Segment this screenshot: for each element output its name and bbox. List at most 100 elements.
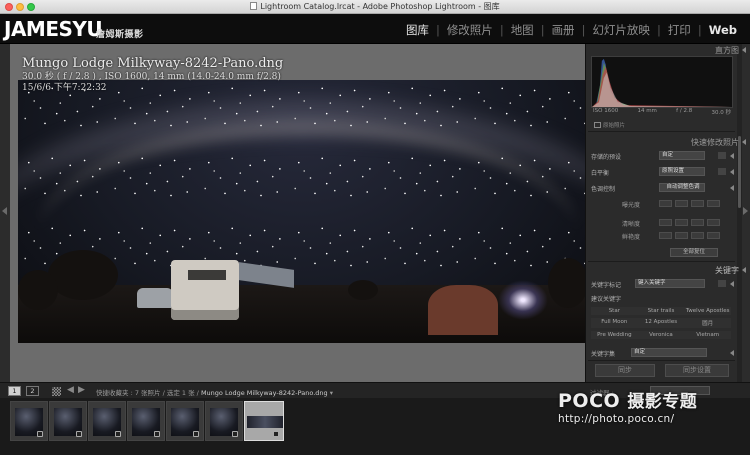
panel-divider [588,360,735,361]
quick-develop-panel-header[interactable]: 快速修改照片 [691,137,746,148]
grid-view-icon[interactable] [52,387,61,396]
window-minimize-button[interactable] [16,3,24,11]
thumbnail-badge-icon [232,431,238,437]
poco-watermark: POCO 摄影专题 http://photo.poco.cn/ [558,390,697,425]
filmstrip-thumbnail[interactable] [88,401,126,441]
keyword-suggestion[interactable]: Twelve Apostles [684,307,731,315]
watermark-brand: POCO [558,390,621,412]
keyword-suggestion[interactable]: 圆月 [684,318,731,328]
clarity-increase-large-button[interactable] [707,219,720,226]
histogram-focal-length: 14 mm [637,108,657,114]
identity-plate-subtitle: 詹姆斯摄影 [96,30,144,40]
photo-caravan-window [188,270,226,280]
saved-preset-select[interactable]: 自定 [659,151,705,160]
keywording-panel-header[interactable]: 关键字 [715,265,746,276]
clarity-increase-button[interactable] [691,219,704,226]
module-develop[interactable]: 修改照片 [440,22,500,38]
histogram-iso: ISO 1600 [593,108,619,114]
vibrance-increase-button[interactable] [691,232,704,239]
thumbnail-badge-icon [154,431,160,437]
back-arrow-icon[interactable]: ◀ [67,385,74,395]
loupe-view[interactable]: Mungo Lodge Milkyway-8242-Pano.dng 30.0 … [10,44,585,382]
module-map[interactable]: 地图 [504,22,541,38]
keyword-suggestion[interactable]: Vietnam [684,331,731,339]
keyword-suggestion[interactable]: Star [591,307,638,315]
exposure-increase-large-button[interactable] [707,200,720,207]
thumbnail-badge-icon [76,431,82,437]
filmstrip-source-summary: 快捷收藏夹 : 7 张照片 / 选定 1 张 / [96,389,199,397]
sync-settings-button[interactable]: 同步设置 [665,364,729,377]
keyword-tags-expand-button[interactable] [718,280,726,287]
window-1-button[interactable]: 1 [8,386,21,396]
photo-tree [48,250,118,300]
module-slideshow[interactable]: 幻灯片放映 [585,22,657,38]
filmstrip-thumbnail-selected[interactable] [244,401,284,441]
collapse-triangle-icon[interactable] [730,153,734,159]
keyword-set-label: 关键字集 [591,351,616,358]
collapse-triangle-icon[interactable] [730,350,734,356]
collapse-triangle-icon [742,139,746,145]
sync-button[interactable]: 同步 [595,364,655,377]
hide-right-panel-triangle-icon[interactable] [743,207,748,215]
collapse-triangle-icon[interactable] [730,185,734,191]
vibrance-decrease-large-button[interactable] [659,232,672,239]
thumbnail-badge-icon [37,431,43,437]
keyword-tags-row: 关键字标记 键入关键字 [591,278,734,289]
keyword-suggestion[interactable]: Pre Wedding [591,331,638,339]
clarity-decrease-button[interactable] [675,219,688,226]
exposure-decrease-large-button[interactable] [659,200,672,207]
source-dropdown-icon[interactable]: ▾ [330,389,333,397]
keyword-suggestion[interactable]: Full Moon [591,318,638,328]
watermark-url: http://photo.poco.cn/ [558,413,675,425]
module-web[interactable]: Web [702,23,744,37]
vibrance-decrease-button[interactable] [675,232,688,239]
filmstrip-source-indicator[interactable]: 快捷收藏夹 : 7 张照片 / 选定 1 张 / Mungo Lodge Mil… [96,387,333,397]
window-title: Lightroom Catalog.lrcat - Adobe Photosho… [260,2,500,11]
exposure-label: 曝光度 [621,202,640,209]
clarity-row: 清晰度 [591,218,734,228]
keyword-tags-label: 关键字标记 [591,282,622,289]
reset-all-button[interactable]: 全部复位 [670,248,718,257]
filmstrip-thumbnail[interactable] [49,401,87,441]
white-balance-select[interactable]: 原照设置 [659,167,705,176]
histogram-panel-header[interactable]: 直方图 [715,45,746,56]
photo-caravan [171,260,239,320]
thumbnail-badge-icon [273,431,279,437]
keyword-tags-select[interactable]: 键入关键字 [635,279,705,288]
histogram[interactable] [591,56,733,108]
keyword-suggestion[interactable]: 12 Apostles [637,318,685,328]
module-print[interactable]: 打印 [661,22,698,38]
collapse-triangle-icon[interactable] [730,281,734,287]
collapse-triangle-icon[interactable] [730,169,734,175]
module-library[interactable]: 图库 [399,22,436,38]
keyword-set-select[interactable]: 自定 [631,348,707,357]
thumbnail-image [247,416,283,428]
exposure-decrease-button[interactable] [675,200,688,207]
keyword-suggestion[interactable]: Veronica [637,331,685,339]
main-photo[interactable] [18,80,585,343]
document-icon [250,2,258,10]
forward-arrow-icon[interactable]: ▶ [78,385,85,395]
filmstrip-thumbnail[interactable] [10,401,48,441]
window-close-button[interactable] [5,3,13,11]
keyword-suggestion[interactable]: Star trails [637,307,685,315]
vibrance-increase-large-button[interactable] [707,232,720,239]
show-left-panel-triangle-icon[interactable] [2,207,7,215]
auto-tone-button[interactable]: 自动调整色调 [659,183,705,192]
photo-tree [548,258,585,308]
thumbnail-badge-icon [115,431,121,437]
module-book[interactable]: 画册 [545,22,582,38]
exposure-increase-button[interactable] [691,200,704,207]
white-balance-expand-button[interactable] [718,168,726,175]
right-panel-scrollbar[interactable] [737,44,742,382]
filmstrip-thumbnail[interactable] [166,401,204,441]
window-zoom-button[interactable] [27,3,35,11]
keyword-suggestions-label: 建议关键字 [591,296,622,303]
original-photo-checkbox[interactable]: 原始照片 [594,121,625,129]
filmstrip-thumbnail[interactable] [127,401,165,441]
panel-divider [588,261,735,262]
clarity-decrease-large-button[interactable] [659,219,672,226]
filmstrip-thumbnail[interactable] [205,401,243,441]
window-2-button[interactable]: 2 [26,386,39,396]
saved-preset-expand-button[interactable] [718,152,726,159]
